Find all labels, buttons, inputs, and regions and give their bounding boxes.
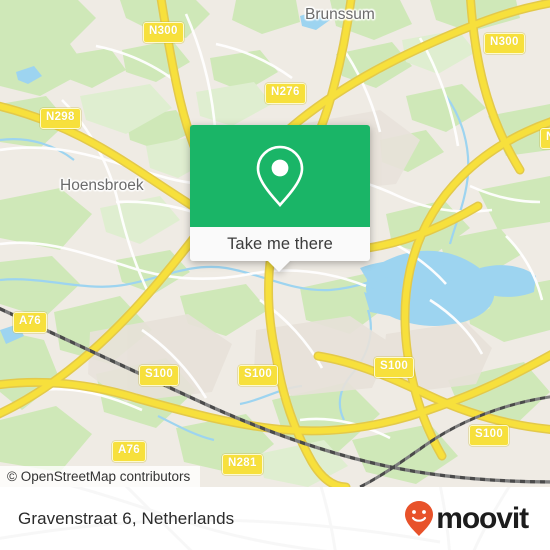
road-shield-n298: N298 <box>40 108 81 129</box>
callout-pin-area <box>190 125 370 227</box>
road-shield-s100-east: S100 <box>469 425 510 446</box>
road-shield-a76-south: A76 <box>112 441 146 462</box>
road-shield-s100-center: S100 <box>238 365 279 386</box>
place-label: Hoensbroek <box>60 177 144 194</box>
road-shield-n-edge: N <box>540 128 550 149</box>
take-me-there-label: Take me there <box>227 234 333 253</box>
moovit-brand[interactable]: moovit <box>404 500 529 538</box>
map-viewport[interactable]: Brunssum Hoensbroek N300 N300 N276 N298 … <box>0 0 550 487</box>
callout-tail-arrow <box>268 261 290 272</box>
moovit-wordmark: moovit <box>436 501 529 535</box>
take-me-there-button[interactable]: Take me there <box>190 227 370 261</box>
footer-content: Gravenstraat 6, Netherlands moovit <box>0 487 550 550</box>
road-shield-s100-mid-east: S100 <box>374 357 415 378</box>
footer-bar: Gravenstraat 6, Netherlands moovit <box>0 487 550 550</box>
road-shield-n300-east: N300 <box>484 33 525 54</box>
map-screenshot-app: Brunssum Hoensbroek N300 N300 N276 N298 … <box>0 0 550 550</box>
location-title: Gravenstraat 6, Netherlands <box>18 508 235 528</box>
road-shield-n281: N281 <box>222 454 263 475</box>
road-shield-n276: N276 <box>265 83 306 104</box>
road-shield-n300-west: N300 <box>143 22 184 43</box>
place-label: Brunssum <box>305 6 375 23</box>
road-shield-s100-west: S100 <box>139 365 180 386</box>
osm-attribution[interactable]: © OpenStreetMap contributors <box>0 466 201 487</box>
location-pin-icon <box>256 145 304 207</box>
road-shield-a76-north: A76 <box>13 312 47 333</box>
location-callout-card[interactable]: Take me there <box>190 125 370 272</box>
moovit-smiling-pin-icon <box>405 500 434 536</box>
